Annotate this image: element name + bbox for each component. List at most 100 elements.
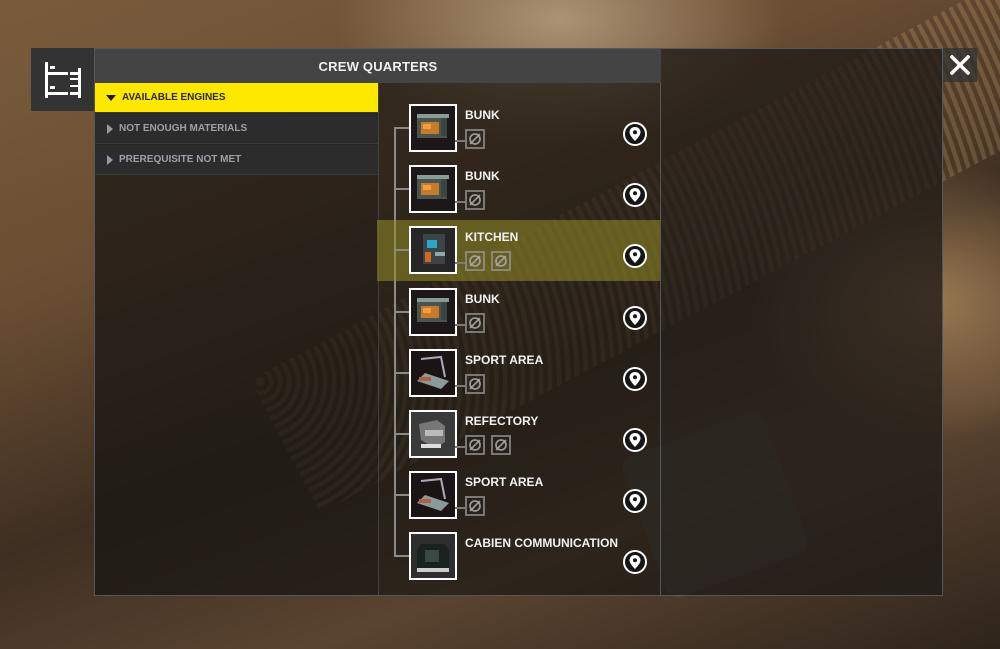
- slot-connector: [455, 384, 465, 387]
- category-label: PREREQUISITE NOT MET: [119, 154, 242, 165]
- item-name: SPORT AREA: [465, 475, 544, 490]
- item-slots: [465, 129, 485, 149]
- bunk-thumbnail-art: [411, 106, 455, 150]
- item-row[interactable]: BUNK: [377, 159, 660, 220]
- item-thumbnail: [409, 226, 457, 275]
- locate-button[interactable]: [623, 122, 647, 146]
- tree-connector-branch: [394, 494, 410, 497]
- item-slots: [465, 435, 511, 455]
- item-slots: [465, 251, 511, 272]
- item-slots: [465, 190, 485, 211]
- category-list: AVAILABLE ENGINES NOT ENOUGH MATERIALS P…: [95, 83, 379, 595]
- bunk-thumbnail-art: [411, 167, 455, 212]
- item-name: BUNK: [465, 108, 500, 122]
- sport-thumbnail-art: [411, 473, 455, 518]
- empty-slot-icon: [469, 316, 481, 329]
- slot-connector: [455, 262, 465, 265]
- kitchen-thumbnail-art: [411, 228, 455, 273]
- tree-connector-branch: [394, 371, 410, 374]
- location-pin-icon: [629, 310, 641, 325]
- item-row[interactable]: KITCHEN: [377, 220, 660, 282]
- locate-button[interactable]: [623, 366, 647, 391]
- location-pin-icon: [629, 494, 641, 509]
- item-name: REFECTORY: [465, 414, 539, 428]
- item-slot[interactable]: [465, 190, 485, 211]
- item-slot[interactable]: [465, 373, 485, 394]
- item-slot[interactable]: [465, 435, 485, 455]
- item-row[interactable]: REFECTORY: [377, 404, 660, 465]
- collapsed-caret-icon: [107, 154, 113, 165]
- item-slot[interactable]: [465, 496, 485, 517]
- tree-connector-branch: [394, 127, 410, 129]
- empty-slot-icon: [469, 133, 481, 145]
- tree-connector-branch: [394, 555, 410, 558]
- item-thumbnail: [409, 410, 457, 458]
- item-slot[interactable]: [465, 251, 485, 272]
- item-thumbnail: [409, 532, 457, 581]
- tree-connector-branch: [394, 188, 410, 191]
- category-not-enough-materials[interactable]: NOT ENOUGH MATERIALS: [95, 114, 378, 144]
- empty-slot-icon: [469, 194, 481, 207]
- locate-button[interactable]: [623, 183, 647, 208]
- location-pin-icon: [629, 555, 641, 570]
- location-pin-icon: [629, 127, 641, 141]
- item-slot[interactable]: [491, 251, 511, 272]
- close-icon: [950, 55, 970, 75]
- item-slot[interactable]: [465, 312, 485, 333]
- comm-thumbnail-art: [411, 534, 455, 579]
- tree-connector-branch: [394, 310, 410, 313]
- item-row[interactable]: SPORT AREA: [377, 465, 660, 526]
- empty-slot-icon: [495, 255, 507, 268]
- item-slot[interactable]: [465, 129, 485, 149]
- item-slots: [465, 496, 485, 517]
- item-row[interactable]: BUNK: [377, 282, 660, 343]
- locate-button[interactable]: [623, 244, 647, 269]
- category-icon-box: [31, 48, 94, 111]
- bunk-thumbnail-art: [411, 289, 455, 334]
- empty-slot-icon: [469, 439, 481, 451]
- slot-connector: [455, 446, 465, 448]
- category-available-engines[interactable]: AVAILABLE ENGINES: [95, 83, 378, 113]
- location-pin-icon: [629, 433, 641, 447]
- item-name: KITCHEN: [465, 230, 519, 245]
- item-thumbnail: [409, 165, 457, 214]
- slot-connector: [455, 140, 465, 142]
- bunk-bed-icon: [44, 61, 81, 98]
- locate-button[interactable]: [623, 305, 647, 330]
- slot-connector: [455, 323, 465, 326]
- slot-connector: [455, 201, 465, 204]
- item-thumbnail: [409, 287, 457, 336]
- location-pin-icon: [629, 188, 641, 203]
- item-row[interactable]: CABIEN COMMUNICATION: [377, 526, 660, 587]
- category-prerequisite-not-met[interactable]: PREREQUISITE NOT MET: [95, 145, 378, 175]
- item-name: SPORT AREA: [465, 352, 544, 367]
- collapsed-caret-icon: [107, 123, 113, 134]
- panel-title: CREW QUARTERS: [95, 49, 661, 83]
- empty-slot-icon: [469, 377, 481, 390]
- sport-thumbnail-art: [411, 350, 455, 395]
- item-row[interactable]: SPORT AREA: [377, 343, 660, 404]
- empty-slot-icon: [495, 439, 507, 451]
- item-name: BUNK: [465, 169, 500, 184]
- item-name: BUNK: [465, 291, 500, 306]
- details-column: [661, 49, 942, 595]
- item-thumbnail: [409, 104, 457, 152]
- tree-connector-branch: [394, 433, 410, 435]
- locate-button[interactable]: [623, 489, 647, 514]
- close-button[interactable]: [943, 48, 977, 82]
- tree-connector-branch: [394, 249, 410, 252]
- refectory-thumbnail-art: [411, 412, 455, 456]
- slot-connector: [455, 507, 465, 510]
- locate-button[interactable]: [623, 550, 647, 575]
- empty-slot-icon: [469, 255, 481, 268]
- item-thumbnail: [409, 348, 457, 397]
- item-name: CABIEN COMMUNICATION: [465, 536, 619, 551]
- item-slot[interactable]: [491, 435, 511, 455]
- item-slots: [465, 373, 485, 394]
- item-slots: [465, 312, 485, 333]
- item-row[interactable]: BUNK: [377, 98, 660, 159]
- location-pin-icon: [629, 371, 641, 386]
- item-thumbnail: [409, 471, 457, 520]
- locate-button[interactable]: [623, 428, 647, 452]
- category-label: NOT ENOUGH MATERIALS: [119, 123, 248, 134]
